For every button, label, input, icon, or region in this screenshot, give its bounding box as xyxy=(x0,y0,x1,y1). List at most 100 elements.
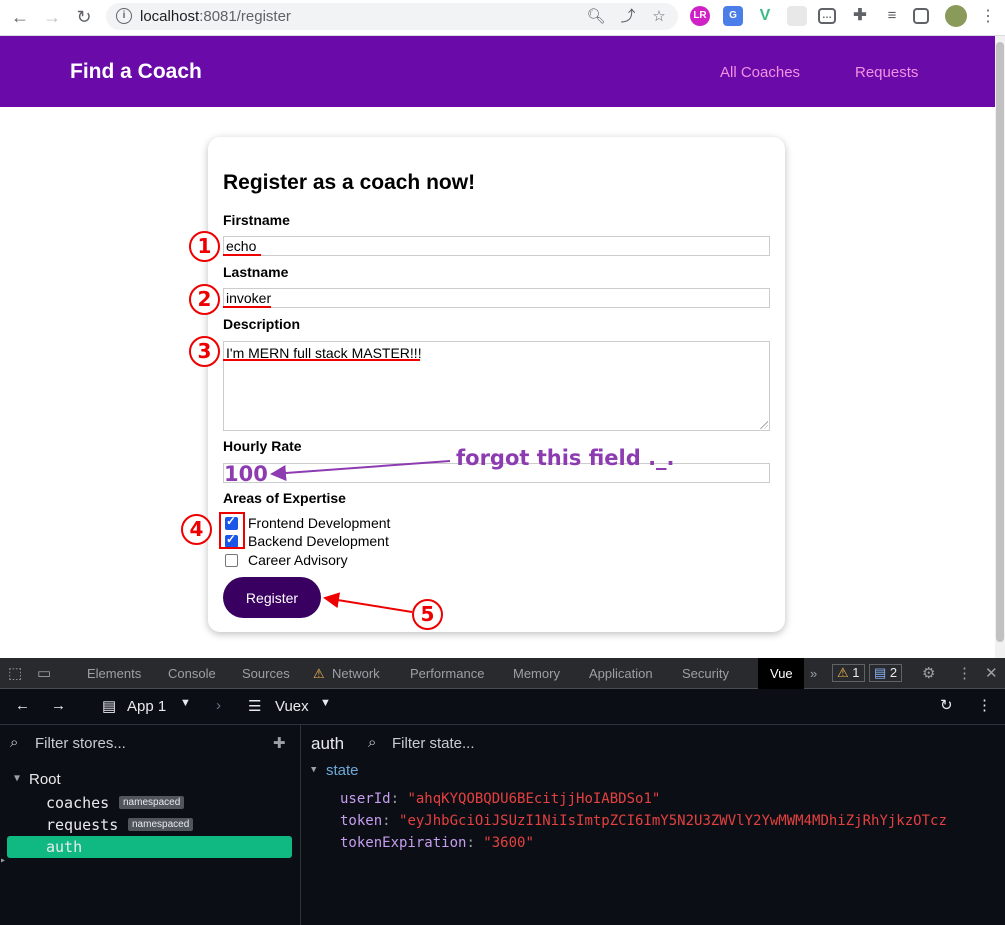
settings-gear-icon[interactable]: ⚙ xyxy=(922,664,935,682)
annotation-note: forgot this field ._. xyxy=(456,446,675,470)
share-icon[interactable]: ⤴ xyxy=(618,7,638,27)
resize-handle[interactable] xyxy=(760,421,768,429)
annotation-underline-lastname xyxy=(223,306,271,308)
media-queue-icon[interactable]: ≡ xyxy=(882,6,902,26)
message-icon: ▤ xyxy=(874,665,887,680)
tree-root[interactable]: Root xyxy=(29,771,61,788)
tree-item-requests[interactable]: requests xyxy=(46,816,118,834)
annotation-step-2: 2 xyxy=(189,284,220,315)
annotation-step-5: 5 xyxy=(412,599,443,630)
register-button[interactable]: Register xyxy=(223,577,321,618)
annotation-underline-firstname xyxy=(223,254,261,256)
annotation-checkbox-box xyxy=(219,512,245,549)
inspect-element-icon[interactable]: ⬚ xyxy=(8,664,22,682)
vue-toolbar: ← → ▤ App 1 ▼ › ☰ Vuex ▼ ↻ ⋮ xyxy=(0,689,1005,725)
annotation-underline-description xyxy=(223,359,420,361)
pick-store-icon[interactable]: ✚ xyxy=(273,734,286,752)
filter-stores-input[interactable]: Filter stores... xyxy=(35,735,126,752)
page-viewport: Find a Coach All Coaches Requests Regist… xyxy=(0,36,995,658)
url-text[interactable]: localhost:8081/register xyxy=(140,8,291,25)
back-icon[interactable]: ← xyxy=(8,6,32,28)
extension-lr-icon[interactable]: LR xyxy=(690,6,710,26)
forward-icon[interactable]: → xyxy=(40,6,64,28)
tab-memory[interactable]: Memory xyxy=(513,666,560,681)
extension-chat-icon[interactable]: … xyxy=(818,8,836,24)
lastname-field[interactable]: invoker xyxy=(223,288,770,308)
vuex-list-icon: ☰ xyxy=(248,698,262,715)
tab-vue[interactable]: Vue xyxy=(770,666,793,681)
vue-more-icon[interactable]: ⋮ xyxy=(977,696,992,714)
firstname-field[interactable]: echo xyxy=(223,236,770,256)
state-row-userid[interactable]: userId: "ahqKYQOBQDU6BEcitjjHoIABDSo1" xyxy=(340,791,660,807)
bookmark-star-icon[interactable]: ☆ xyxy=(649,7,669,27)
messages-badge[interactable]: ▤ 2 xyxy=(869,664,903,682)
refresh-icon[interactable]: ↻ xyxy=(940,696,953,714)
description-label: Description xyxy=(223,316,301,332)
brand-link[interactable]: Find a Coach xyxy=(70,60,202,84)
tab-network[interactable]: Network xyxy=(332,666,380,681)
selected-store-title: auth xyxy=(311,734,345,753)
devtools-more-icon[interactable]: ⋮ xyxy=(957,664,972,682)
tab-sources[interactable]: Sources xyxy=(242,666,290,681)
profile-avatar[interactable] xyxy=(945,5,967,27)
expertise-label: Areas of Expertise xyxy=(223,490,346,506)
annotation-step-1: 1 xyxy=(189,231,220,262)
nav-requests[interactable]: Requests xyxy=(855,64,918,81)
panel-chevron-down-icon[interactable]: ▼ xyxy=(320,697,331,709)
app-selector[interactable]: App 1 xyxy=(127,698,166,715)
extension-translate-icon[interactable]: G xyxy=(723,6,743,26)
zoom-icon[interactable]: 🔍︎ xyxy=(586,7,606,27)
nav-all-coaches[interactable]: All Coaches xyxy=(720,64,800,81)
app-chevron-down-icon[interactable]: ▼ xyxy=(180,697,191,709)
tab-elements[interactable]: Elements xyxy=(87,666,141,681)
more-menu-icon[interactable]: ⋮ xyxy=(976,6,1000,28)
tab-security[interactable]: Security xyxy=(682,666,729,681)
state-row-token[interactable]: token: "eyJhbGciOiJSUzI1NiIsImtpZCI6ImY5… xyxy=(340,813,947,829)
description-textarea[interactable]: I'm MERN full stack MASTER!!! xyxy=(223,341,770,431)
namespaced-badge: namespaced xyxy=(119,796,185,809)
scrollbar-thumb[interactable] xyxy=(996,42,1004,642)
state-expand-icon[interactable]: ▼ xyxy=(311,765,316,775)
tree-item-auth[interactable]: auth xyxy=(46,838,82,856)
warnings-badge[interactable]: ⚠ 1 xyxy=(832,664,865,682)
reload-icon[interactable]: ↻ xyxy=(72,6,96,28)
more-tabs-icon[interactable]: » xyxy=(810,666,817,681)
lastname-label: Lastname xyxy=(223,264,289,280)
root-expand-icon[interactable]: ▼ xyxy=(14,773,20,784)
close-devtools-icon[interactable]: ✕ xyxy=(985,664,998,682)
hourly-rate-label: Hourly Rate xyxy=(223,438,302,454)
site-info-icon[interactable]: i xyxy=(116,8,132,24)
side-panel-icon[interactable] xyxy=(913,8,929,24)
tab-performance[interactable]: Performance xyxy=(410,666,484,681)
devtools-tabbar: ⬚ ▭ Elements Console Sources ⚠ Network P… xyxy=(0,658,1005,689)
checkbox-career-label[interactable]: Career Advisory xyxy=(248,552,348,568)
vue-forward-icon[interactable]: → xyxy=(51,697,66,714)
register-form-card: Register as a coach now! Firstname echo … xyxy=(208,137,785,632)
address-bar[interactable]: i localhost:8081/register 🔍︎ ⤴ ☆ xyxy=(106,3,678,30)
extension-blank-icon[interactable] xyxy=(787,6,807,26)
firstname-label: Firstname xyxy=(223,212,290,228)
state-search-icon: ⌕ xyxy=(368,734,377,751)
form-title: Register as a coach now! xyxy=(223,171,476,194)
panel-selector[interactable]: Vuex xyxy=(275,698,309,715)
vue-back-icon[interactable]: ← xyxy=(15,697,30,714)
extensions-puzzle-icon[interactable]: ✚ xyxy=(850,6,870,26)
collapse-pane-icon[interactable]: ▸ xyxy=(0,855,6,866)
checkbox-backend-label[interactable]: Backend Development xyxy=(248,533,389,549)
checkbox-career[interactable] xyxy=(225,554,238,567)
tree-item-coaches[interactable]: coaches xyxy=(46,794,109,812)
extension-vue-icon[interactable]: V xyxy=(755,6,775,26)
stores-pane: ⌕ Filter stores... ✚ ▼ Root coaches name… xyxy=(0,725,301,925)
tab-application[interactable]: Application xyxy=(589,666,653,681)
state-row-tokenexpiration[interactable]: tokenExpiration: "3600" xyxy=(340,835,534,851)
annotation-step-4: 4 xyxy=(181,514,212,545)
page-scrollbar[interactable] xyxy=(995,36,1005,658)
warning-triangle-icon: ⚠ xyxy=(313,666,325,681)
annotation-rate-value: 100 xyxy=(224,462,268,486)
filter-state-input[interactable]: Filter state... xyxy=(392,735,475,752)
tab-console[interactable]: Console xyxy=(168,666,216,681)
state-section-label[interactable]: state xyxy=(326,762,359,779)
checkbox-frontend-label[interactable]: Frontend Development xyxy=(248,515,390,531)
devtools-panel: ⬚ ▭ Elements Console Sources ⚠ Network P… xyxy=(0,658,1005,925)
device-toolbar-icon[interactable]: ▭ xyxy=(37,664,51,682)
